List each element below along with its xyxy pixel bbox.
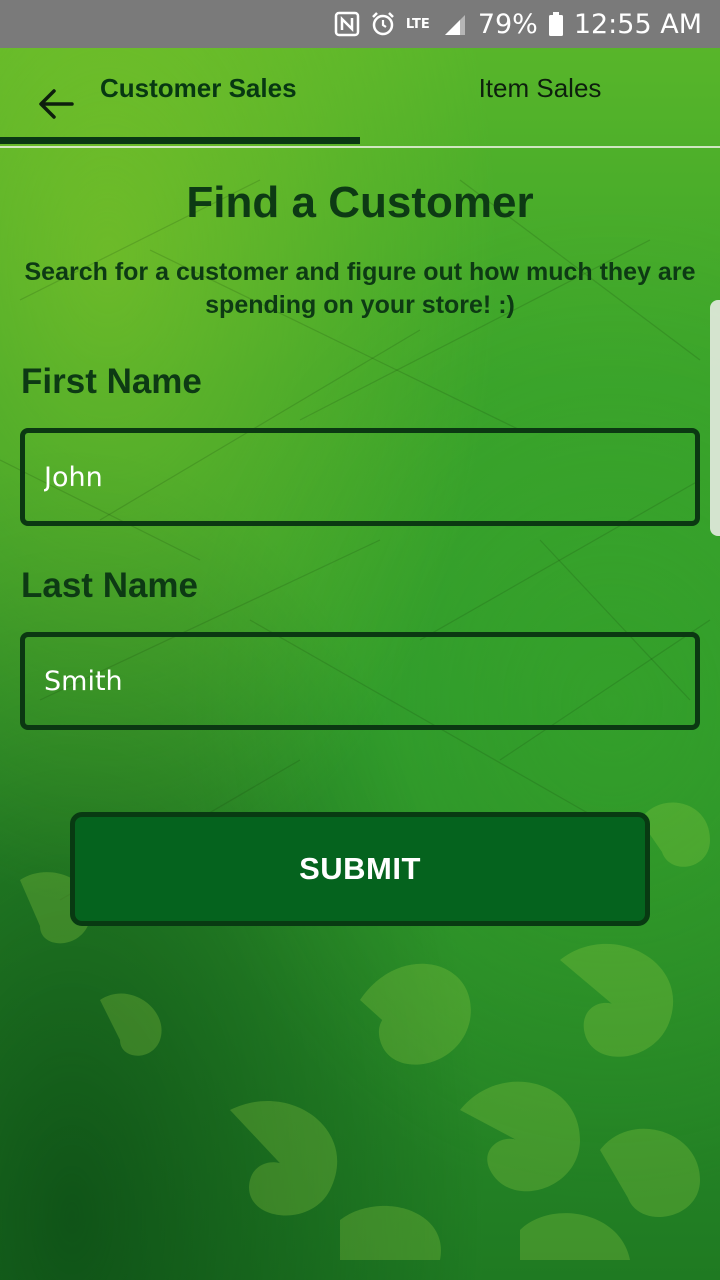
alarm-clock-icon	[370, 11, 396, 37]
network-type-label: LTE	[405, 16, 430, 32]
tab-item-sales-label: Item Sales	[478, 73, 602, 103]
clock-time: 12:55 AM	[573, 8, 702, 40]
status-bar: LTE 79% 12:55 AM	[0, 0, 720, 48]
tab-customer-sales-label: Customer Sales	[100, 73, 297, 103]
tab-item-sales[interactable]: Item Sales	[360, 48, 720, 146]
page-title: Find a Customer	[186, 178, 534, 227]
battery-icon	[548, 11, 564, 37]
selected-tab-indicator	[0, 137, 360, 144]
tab-divider	[0, 146, 720, 148]
tab-bar: Customer Sales Item Sales	[0, 48, 720, 148]
last-name-field[interactable]	[20, 632, 700, 730]
submit-button[interactable]: SUBMIT	[70, 812, 650, 926]
submit-button-label: SUBMIT	[299, 851, 421, 886]
tab-customer-sales[interactable]: Customer Sales	[0, 48, 360, 146]
battery-percent: 79%	[477, 8, 538, 40]
signal-strength-icon	[442, 11, 468, 37]
scroll-edge-handle[interactable]	[710, 300, 720, 536]
nfc-icon	[334, 11, 360, 37]
subtitle-line-2: spending on your store! :)	[205, 291, 515, 319]
first-name-label: First Name	[21, 362, 202, 401]
page-subtitle: Search for a customer and figure out how…	[0, 256, 720, 322]
first-name-field[interactable]	[20, 428, 700, 526]
subtitle-line-1: Search for a customer and figure out how…	[24, 258, 696, 286]
last-name-label: Last Name	[21, 566, 199, 605]
network-type: LTE	[406, 18, 432, 31]
